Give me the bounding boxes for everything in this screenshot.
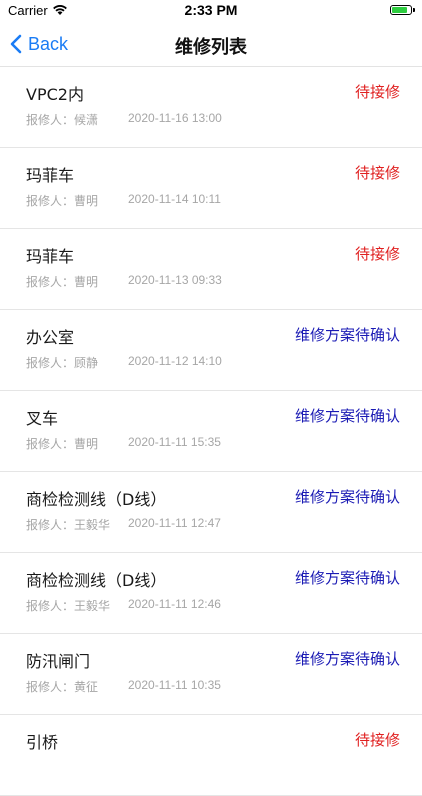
- status-badge: 维修方案待确认: [294, 488, 400, 506]
- item-name: VPC2内: [26, 85, 84, 104]
- report-time: 2020-11-11 10:35: [128, 678, 221, 692]
- report-time: 2020-11-16 13:00: [128, 111, 222, 125]
- list-item[interactable]: 商检检测线（D线） 维修方案待确认报修人：王毅华 2020-11-11 12:46: [0, 553, 422, 634]
- reporter-label: 报修人：王毅华: [26, 518, 111, 532]
- page-title: 维修列表: [175, 37, 247, 58]
- report-time: 2020-11-14 10:11: [128, 192, 221, 206]
- list-item[interactable]: 办公室 维修方案待确认报修人：顾静 2020-11-12 14:10: [0, 310, 422, 391]
- reporter-label: 报修人：曹明: [26, 194, 99, 208]
- status-badge: 待接修: [354, 164, 400, 182]
- status-badge: 待接修: [354, 245, 400, 263]
- list-item[interactable]: 引桥 待接修: [0, 715, 422, 796]
- status-time: 2:33 PM: [184, 2, 238, 18]
- item-name: 玛菲车: [26, 247, 75, 266]
- item-name: 商检检测线（D线）: [26, 490, 167, 509]
- status-badge: 维修方案待确认: [294, 326, 400, 344]
- reporter-label: 报修人：曹明: [26, 275, 99, 289]
- report-time: 2020-11-12 14:10: [128, 354, 222, 368]
- reporter-label: 报修人：候潇: [26, 113, 99, 127]
- report-time: 2020-11-11 12:46: [128, 597, 221, 611]
- item-name: 叉车: [26, 409, 59, 428]
- status-badge: 待接修: [354, 83, 400, 101]
- list-item[interactable]: VPC2内 待接修报修人：候潇 2020-11-16 13:00: [0, 67, 422, 148]
- report-time: 2020-11-11 12:47: [128, 516, 221, 530]
- list-item[interactable]: 玛菲车 待接修报修人：曹明 2020-11-13 09:33: [0, 229, 422, 310]
- repair-list: VPC2内 待接修 报修人：候潇 2020-11-16 13:00 玛菲车 待接修 报修人：…: [0, 67, 422, 796]
- status-badge: 维修方案待确认: [294, 569, 400, 587]
- item-name: 引桥: [26, 733, 59, 752]
- reporter-label: 报修人：王毅华: [26, 599, 111, 613]
- list-item[interactable]: 玛菲车 待接修报修人：曹明 2020-11-14 10:11: [0, 148, 422, 229]
- item-name: 办公室: [26, 328, 75, 347]
- status-bar: Carrier 2:33 PM: [0, 0, 422, 22]
- reporter-label: 报修人：顾静: [26, 356, 99, 370]
- status-badge: 维修方案待确认: [294, 650, 400, 668]
- list-item[interactable]: 防汛闸门 维修方案待确认报修人：黄征 2020-11-11 10:35: [0, 634, 422, 715]
- list-item[interactable]: 叉车 维修方案待确认报修人：曹明 2020-11-11 15:35: [0, 391, 422, 472]
- battery-level: [392, 7, 408, 13]
- list-item[interactable]: 商检检测线（D线） 维修方案待确认报修人：王毅华 2020-11-11 12:47: [0, 472, 422, 553]
- report-time: 2020-11-13 09:33: [128, 273, 222, 287]
- status-badge: 维修方案待确认: [294, 407, 400, 425]
- navigation-bar: Back 维修列表: [0, 22, 422, 67]
- battery-cap: [413, 8, 415, 12]
- reporter-label: 报修人：曹明: [26, 437, 99, 451]
- status-badge: 待接修: [354, 731, 400, 749]
- report-time: 2020-11-11 15:35: [128, 435, 221, 449]
- item-name: 防汛闸门: [26, 652, 91, 671]
- reporter-label: 报修人：黄征: [26, 680, 99, 694]
- item-name: 商检检测线（D线）: [26, 571, 167, 590]
- item-name: 玛菲车: [26, 166, 75, 185]
- battery-icon: [390, 5, 415, 15]
